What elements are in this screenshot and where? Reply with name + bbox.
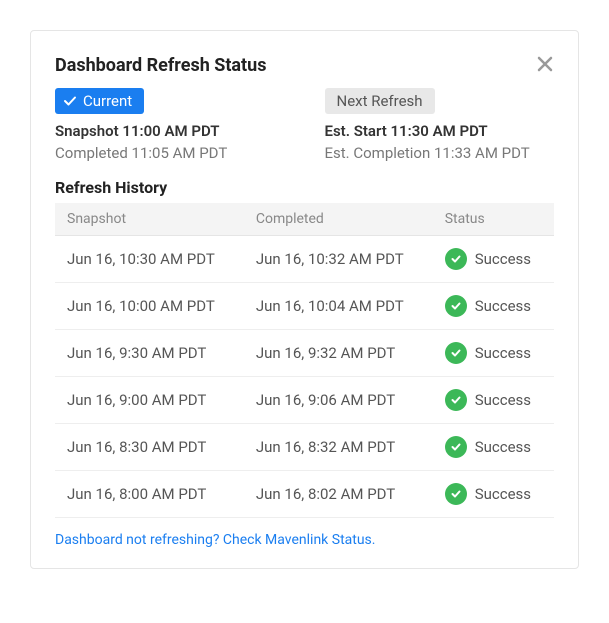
header-row: Dashboard Refresh Status	[55, 55, 554, 76]
history-table: Snapshot Completed Status Jun 16, 10:30 …	[55, 203, 554, 518]
cell-completed: Jun 16, 8:32 AM PDT	[244, 424, 433, 471]
status-label: Success	[475, 391, 531, 409]
success-icon	[445, 483, 467, 505]
refresh-status-card: Dashboard Refresh Status Current Snapsho…	[30, 30, 579, 569]
close-button[interactable]	[536, 55, 554, 73]
cell-status: Success	[433, 424, 554, 471]
table-row: Jun 16, 10:00 AM PDTJun 16, 10:04 AM PDT…	[55, 283, 554, 330]
close-icon	[536, 55, 554, 73]
current-badge-label: Current	[83, 92, 132, 110]
cell-snapshot: Jun 16, 10:00 AM PDT	[55, 283, 244, 330]
next-completion: Est. Completion 11:33 AM PDT	[325, 144, 555, 162]
cell-status: Success	[433, 330, 554, 377]
success-icon	[445, 436, 467, 458]
success-icon	[445, 248, 467, 270]
cell-snapshot: Jun 16, 9:00 AM PDT	[55, 377, 244, 424]
success-icon	[445, 342, 467, 364]
cell-snapshot: Jun 16, 10:30 AM PDT	[55, 236, 244, 283]
table-row: Jun 16, 8:30 AM PDTJun 16, 8:32 AM PDT Su…	[55, 424, 554, 471]
table-row: Jun 16, 9:30 AM PDTJun 16, 9:32 AM PDT Su…	[55, 330, 554, 377]
cell-status: Success	[433, 283, 554, 330]
next-start: Est. Start 11:30 AM PDT	[325, 122, 555, 140]
cell-snapshot: Jun 16, 8:00 AM PDT	[55, 471, 244, 518]
cell-completed: Jun 16, 10:04 AM PDT	[244, 283, 433, 330]
history-title: Refresh History	[55, 178, 554, 197]
table-row: Jun 16, 10:30 AM PDTJun 16, 10:32 AM PDT…	[55, 236, 554, 283]
col-snapshot: Snapshot	[55, 203, 244, 236]
current-badge: Current	[55, 88, 144, 114]
status-blocks: Current Snapshot 11:00 AM PDT Completed …	[55, 88, 554, 162]
cell-completed: Jun 16, 9:06 AM PDT	[244, 377, 433, 424]
next-block: Next Refresh Est. Start 11:30 AM PDT Est…	[325, 88, 555, 162]
cell-snapshot: Jun 16, 8:30 AM PDT	[55, 424, 244, 471]
status-label: Success	[475, 344, 531, 362]
current-block: Current Snapshot 11:00 AM PDT Completed …	[55, 88, 285, 162]
cell-completed: Jun 16, 9:32 AM PDT	[244, 330, 433, 377]
status-label: Success	[475, 250, 531, 268]
status-label: Success	[475, 297, 531, 315]
current-snapshot: Snapshot 11:00 AM PDT	[55, 122, 285, 140]
success-icon	[445, 295, 467, 317]
current-completed: Completed 11:05 AM PDT	[55, 144, 285, 162]
next-badge: Next Refresh	[325, 88, 435, 114]
table-row: Jun 16, 8:00 AM PDTJun 16, 8:02 AM PDT Su…	[55, 471, 554, 518]
cell-status: Success	[433, 236, 554, 283]
check-icon	[63, 94, 77, 108]
cell-snapshot: Jun 16, 9:30 AM PDT	[55, 330, 244, 377]
cell-completed: Jun 16, 10:32 AM PDT	[244, 236, 433, 283]
table-row: Jun 16, 9:00 AM PDTJun 16, 9:06 AM PDT Su…	[55, 377, 554, 424]
next-badge-label: Next Refresh	[337, 92, 423, 110]
success-icon	[445, 389, 467, 411]
page-title: Dashboard Refresh Status	[55, 55, 266, 76]
cell-status: Success	[433, 377, 554, 424]
status-link[interactable]: Dashboard not refreshing? Check Mavenlin…	[55, 532, 375, 548]
status-label: Success	[475, 485, 531, 503]
col-status: Status	[433, 203, 554, 236]
status-label: Success	[475, 438, 531, 456]
col-completed: Completed	[244, 203, 433, 236]
cell-status: Success	[433, 471, 554, 518]
cell-completed: Jun 16, 8:02 AM PDT	[244, 471, 433, 518]
history-header-row: Snapshot Completed Status	[55, 203, 554, 236]
